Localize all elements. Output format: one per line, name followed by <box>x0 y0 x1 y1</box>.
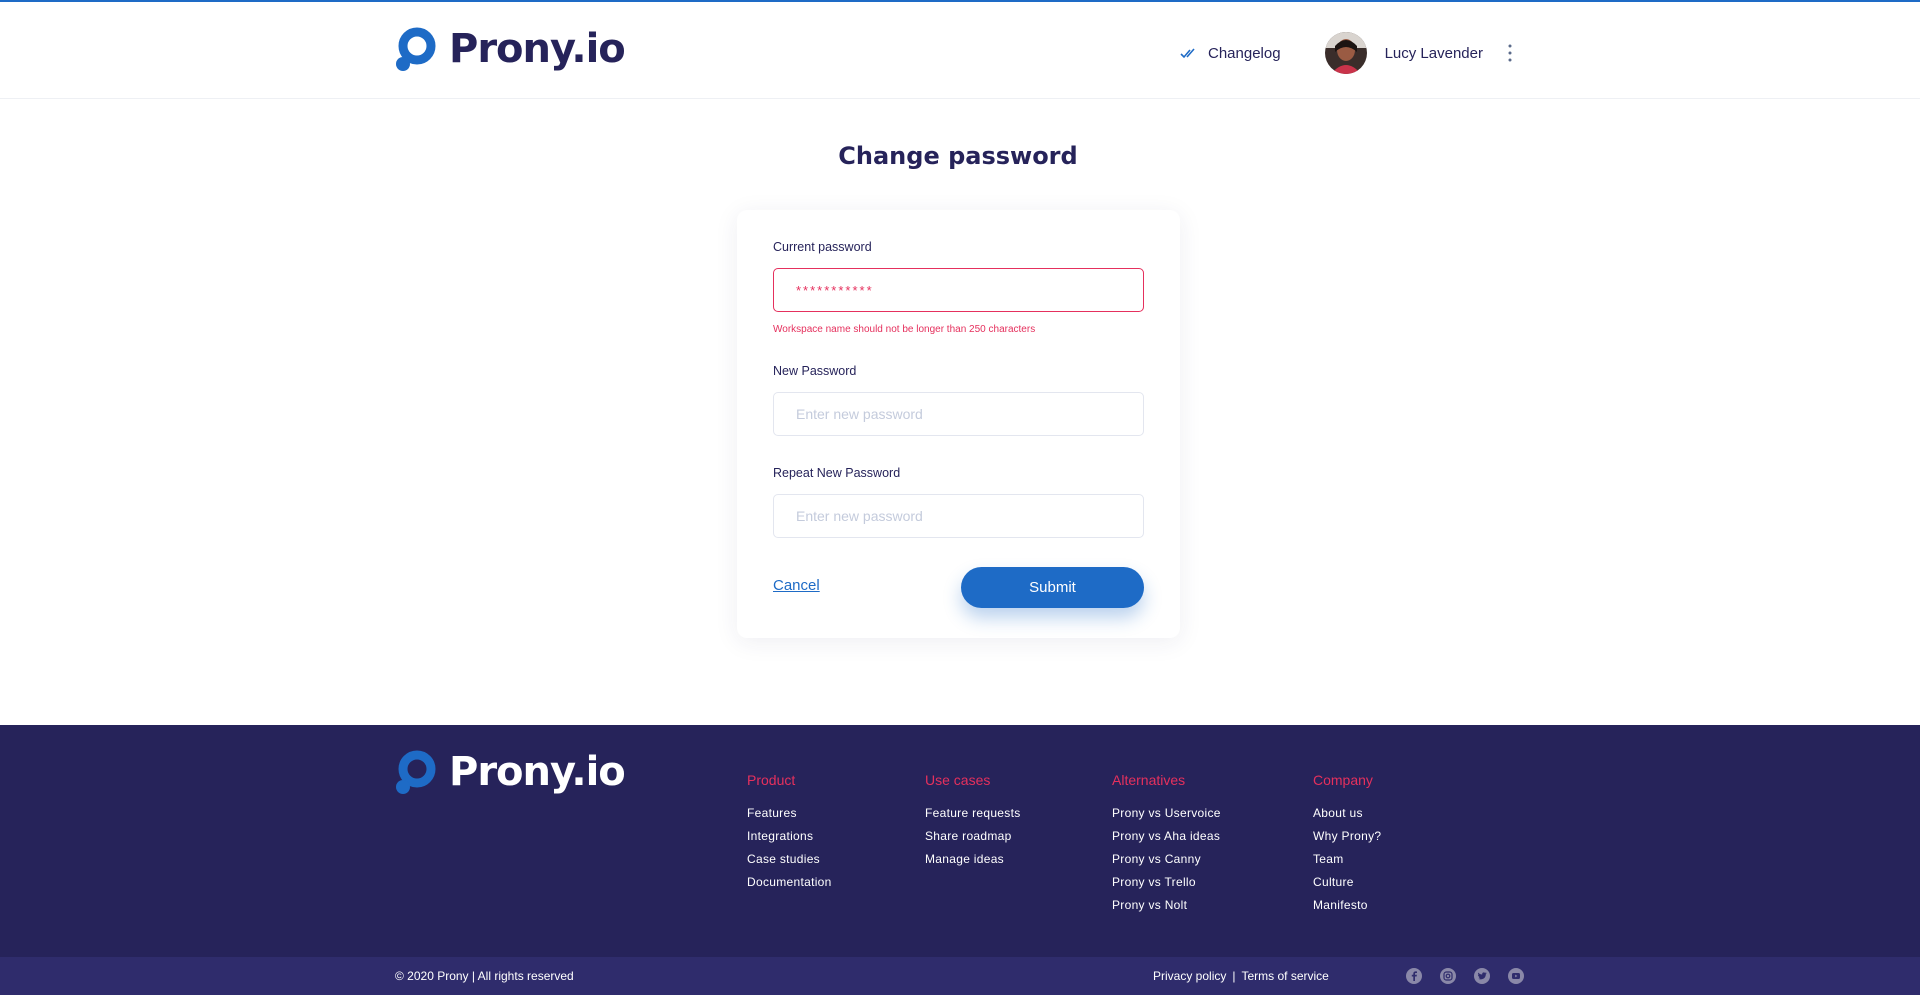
current-password-input[interactable] <box>773 268 1144 312</box>
user-menu[interactable]: Lucy Lavender <box>1324 32 1483 74</box>
header-logo[interactable]: Prony.io <box>395 26 626 72</box>
facebook-icon[interactable] <box>1406 968 1422 984</box>
repeat-password-label: Repeat New Password <box>773 466 901 480</box>
prony-logo-icon <box>396 750 436 794</box>
footer-link[interactable]: Features <box>747 802 832 825</box>
footer-link[interactable]: Manage ideas <box>925 848 1021 871</box>
footer-link[interactable]: Documentation <box>747 871 832 894</box>
change-password-card: Current password Workspace name should n… <box>737 210 1180 638</box>
prony-logo-icon <box>396 27 436 71</box>
footer-column-product: Product Features Integrations Case studi… <box>747 772 832 894</box>
new-password-label: New Password <box>773 364 857 378</box>
user-name: Lucy Lavender <box>1384 44 1483 62</box>
submit-button[interactable]: Submit <box>961 567 1144 608</box>
footer-link[interactable]: Culture <box>1313 871 1381 894</box>
footer-link[interactable]: Share roadmap <box>925 825 1021 848</box>
footer-logo[interactable]: Prony.io <box>395 749 626 795</box>
repeat-password-input[interactable] <box>773 494 1144 538</box>
footer-column-title: Use cases <box>925 772 991 788</box>
changelog-link[interactable]: Changelog <box>1180 45 1281 62</box>
footer-link[interactable]: Prony vs Nolt <box>1112 894 1221 917</box>
youtube-icon[interactable] <box>1508 968 1524 984</box>
new-password-input[interactable] <box>773 392 1144 436</box>
current-password-label: Current password <box>773 240 872 254</box>
footer-link[interactable]: Feature requests <box>925 802 1021 825</box>
instagram-icon[interactable] <box>1440 968 1456 984</box>
footer-link[interactable]: Case studies <box>747 848 832 871</box>
footer-link[interactable]: Manifesto <box>1313 894 1381 917</box>
footer: Prony.io Product Features Integrations C… <box>0 725 1920 957</box>
footer-column-title: Company <box>1313 772 1373 788</box>
current-password-error: Workspace name should not be longer than… <box>773 324 1036 335</box>
footer-link[interactable]: Why Prony? <box>1313 825 1381 848</box>
page-title: Change password <box>838 142 1078 170</box>
footer-link[interactable]: Prony vs Uservoice <box>1112 802 1221 825</box>
bottom-bar: © 2020 Prony | All rights reserved Priva… <box>0 957 1920 995</box>
brand-name: Prony.io <box>449 26 626 72</box>
copyright: © 2020 Prony | All rights reserved <box>395 969 574 983</box>
footer-column-use-cases: Use cases Feature requests Share roadmap… <box>925 772 1021 871</box>
footer-link[interactable]: Team <box>1313 848 1381 871</box>
footer-link[interactable]: Prony vs Canny <box>1112 848 1221 871</box>
footer-link[interactable]: About us <box>1313 802 1381 825</box>
header: Prony.io Changelog Lucy Lavender <box>0 2 1920 99</box>
double-check-icon <box>1180 48 1195 59</box>
footer-column-title: Product <box>747 772 796 788</box>
terms-of-service-link[interactable]: Terms of service <box>1241 969 1328 983</box>
footer-link[interactable]: Integrations <box>747 825 832 848</box>
header-nav: Changelog Lucy Lavender <box>1180 32 1515 74</box>
changelog-label: Changelog <box>1208 44 1281 62</box>
social-links <box>1406 968 1524 984</box>
legal-separator: | <box>1232 969 1236 983</box>
cancel-link[interactable]: Cancel <box>773 577 820 594</box>
footer-column-alternatives: Alternatives Prony vs Uservoice Prony vs… <box>1112 772 1221 917</box>
avatar-image <box>1324 32 1367 74</box>
twitter-icon[interactable] <box>1474 968 1490 984</box>
more-options-icon[interactable] <box>1505 42 1515 64</box>
footer-link[interactable]: Prony vs Aha ideas <box>1112 825 1221 848</box>
footer-column-company: Company About us Why Prony? Team Culture… <box>1313 772 1381 917</box>
footer-brand-name: Prony.io <box>449 749 626 795</box>
privacy-policy-link[interactable]: Privacy policy <box>1153 969 1226 983</box>
avatar <box>1324 32 1367 74</box>
footer-column-title: Alternatives <box>1112 772 1186 788</box>
legal-links: Privacy policy | Terms of service <box>1153 969 1329 983</box>
footer-link[interactable]: Prony vs Trello <box>1112 871 1221 894</box>
